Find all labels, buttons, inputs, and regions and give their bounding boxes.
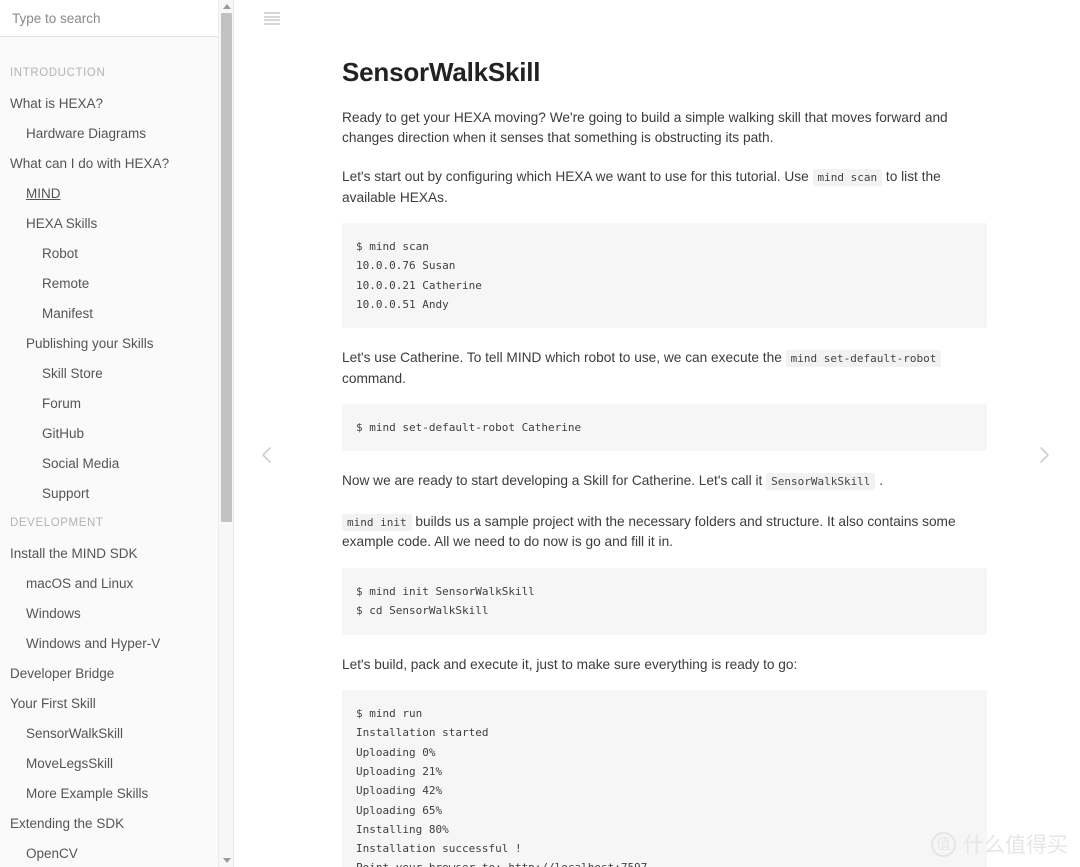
paragraph: Let's start out by configuring which HEX… <box>342 167 987 207</box>
sidebar-item-what-can-i-do-with-hexa[interactable]: What can I do with HEXA? <box>0 149 233 179</box>
next-page-button[interactable] <box>1029 440 1059 470</box>
documentation-page: INTRODUCTION What is HEXA?Hardware Diagra… <box>0 0 1080 867</box>
main-content: SensorWalkSkill Ready to get your HEXA m… <box>234 0 1080 867</box>
paragraph-text: Ready to get your HEXA moving? We're goi… <box>342 110 948 145</box>
sidebar-item-sensorwalkskill[interactable]: SensorWalkSkill <box>0 719 233 749</box>
paragraph-text: Let's start out by configuring which HEX… <box>342 169 813 184</box>
scroll-up-arrow-icon[interactable] <box>219 0 234 13</box>
sidebar-item-forum[interactable]: Forum <box>0 389 233 419</box>
paragraph: Now we are ready to start developing a S… <box>342 471 987 492</box>
sidebar-item-skill-store[interactable]: Skill Store <box>0 359 233 389</box>
sidebar-item-mind[interactable]: MIND <box>0 179 233 209</box>
sidebar-item-what-is-hexa[interactable]: What is HEXA? <box>0 89 233 119</box>
sidebar: INTRODUCTION What is HEXA?Hardware Diagra… <box>0 0 234 867</box>
sidebar-item-developer-bridge[interactable]: Developer Bridge <box>0 659 233 689</box>
search-box[interactable] <box>0 0 233 37</box>
paragraph-text: Let's use Catherine. To tell MIND which … <box>342 350 786 366</box>
chevron-right-icon <box>1040 447 1049 463</box>
search-input[interactable] <box>12 10 221 26</box>
sidebar-item-opencv[interactable]: OpenCV <box>0 839 233 867</box>
sidebar-item-install-the-mind-sdk[interactable]: Install the MIND SDK <box>0 539 233 569</box>
inline-code: mind scan <box>812 169 883 186</box>
sidebar-item-more-example-skills[interactable]: More Example Skills <box>0 779 233 809</box>
paragraph: Let's build, pack and execute it, just t… <box>342 655 987 675</box>
paragraph: mind init builds us a sample project wit… <box>342 512 987 552</box>
sidebar-item-support[interactable]: Support <box>0 479 233 509</box>
sidebar-item-hexa-skills[interactable]: HEXA Skills <box>0 209 233 239</box>
sidebar-item-robot[interactable]: Robot <box>0 239 233 269</box>
sidebar-item-publishing-your-skills[interactable]: Publishing your Skills <box>0 329 233 359</box>
sidebar-scrollbar[interactable] <box>218 0 233 867</box>
inline-code: mind init <box>342 513 412 531</box>
sidebar-nav: INTRODUCTION What is HEXA? Hardware Diagra… <box>0 37 233 867</box>
hamburger-icon[interactable] <box>264 12 280 25</box>
inline-code: mind set-default-robot <box>785 350 942 368</box>
chevron-left-icon <box>262 447 271 463</box>
sidebar-section-title: INTRODUCTION <box>10 67 106 79</box>
code-block: $ mind scan 10.0.0.76 Susan 10.0.0.21 Ca… <box>342 223 987 329</box>
scroll-down-arrow-icon[interactable] <box>219 854 234 867</box>
sidebar-item-macos-and-linux[interactable]: macOS and Linux <box>0 569 233 599</box>
code-block: $ mind init SensorWalkSkill $ cd SensorW… <box>342 567 987 635</box>
sidebar-item-windows[interactable]: Windows <box>0 599 233 629</box>
paragraph: Ready to get your HEXA moving? We're goi… <box>342 108 987 147</box>
sidebar-item-windows-and-hyper-v[interactable]: Windows and Hyper-V <box>0 629 233 659</box>
paragraph-text: command. <box>342 370 406 386</box>
article: SensorWalkSkill Ready to get your HEXA m… <box>342 0 987 867</box>
sidebar-item-social-media[interactable]: Social Media <box>0 449 233 479</box>
sidebar-scrollbar-thumb[interactable] <box>221 13 232 522</box>
paragraph: Let's use Catherine. To tell MIND which … <box>342 348 987 388</box>
sidebar-item-movelegsskill[interactable]: MoveLegsSkill <box>0 749 233 779</box>
inline-code: SensorWalkSkill <box>766 473 876 491</box>
page-title: SensorWalkSkill <box>342 57 541 87</box>
article-body: Ready to get your HEXA moving? We're goi… <box>342 108 987 867</box>
code-block: $ mind run Installation started Uploadin… <box>342 690 987 867</box>
sidebar-item-extending-the-sdk[interactable]: Extending the SDK <box>0 809 233 839</box>
prev-page-button[interactable] <box>252 440 282 470</box>
sidebar-item-manifest[interactable]: Manifest <box>0 299 233 329</box>
sidebar-section-title: DEVELOPMENT <box>10 517 104 529</box>
paragraph-text: Now we are ready to start developing a S… <box>342 473 767 489</box>
paragraph-text: Let's build, pack and execute it, just t… <box>342 656 798 672</box>
sidebar-item-your-first-skill[interactable]: Your First Skill <box>0 689 233 719</box>
sidebar-item-github[interactable]: GitHub <box>0 419 233 449</box>
paragraph-text: builds us a sample project with the nece… <box>342 513 956 550</box>
sidebar-item-hardware-diagrams[interactable]: Hardware Diagrams <box>0 119 233 149</box>
sidebar-item-remote[interactable]: Remote <box>0 269 233 299</box>
code-block: $ mind set-default-robot Catherine <box>342 404 987 452</box>
paragraph-text: . <box>875 473 884 489</box>
